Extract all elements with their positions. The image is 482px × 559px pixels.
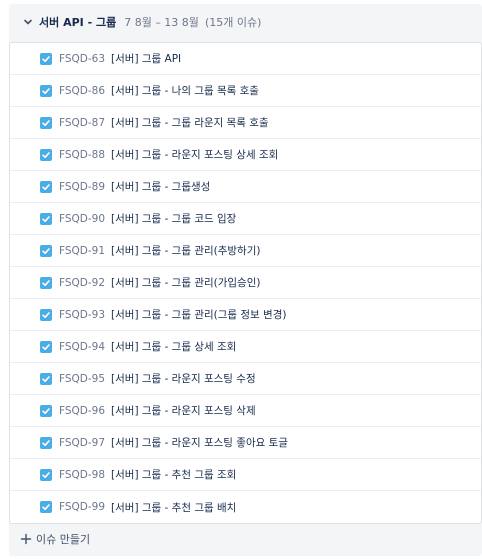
issue-key[interactable]: FSQD-98 — [59, 469, 105, 481]
issue-count: (15개 이슈) — [204, 16, 262, 29]
issue-row[interactable]: FSQD-87 [서버] 그룹 - 그룹 라운지 목록 호출 — [10, 107, 481, 139]
create-issue-button[interactable]: 이슈 만들기 — [9, 524, 482, 554]
issue-key[interactable]: FSQD-87 — [59, 117, 105, 129]
plus-icon — [20, 533, 32, 545]
issue-row[interactable]: FSQD-91 [서버] 그룹 - 그룹 관리(추방하기) — [10, 235, 481, 267]
issue-summary: [서버] 그룹 - 그룹 관리(그룹 정보 변경) — [111, 309, 287, 321]
issue-summary: [서버] 그룹 - 라운지 포스팅 수정 — [111, 373, 256, 385]
issue-summary: [서버] 그룹 - 라운지 포스팅 좋아요 토글 — [111, 437, 288, 449]
issue-summary: [서버] 그룹 - 그룹 라운지 목록 호출 — [111, 117, 269, 129]
issue-summary: [서버] 그룹 - 추천 그룹 조회 — [111, 469, 237, 481]
issue-summary: [서버] 그룹 - 그룹생성 — [111, 181, 211, 193]
issue-key[interactable]: FSQD-88 — [59, 149, 105, 161]
issue-row[interactable]: FSQD-88 [서버] 그룹 - 라운지 포스팅 상세 조회 — [10, 139, 481, 171]
issue-key[interactable]: FSQD-95 — [59, 373, 105, 385]
issue-key[interactable]: FSQD-97 — [59, 437, 105, 449]
checkbox-task-icon — [40, 340, 52, 353]
issue-key[interactable]: FSQD-91 — [59, 245, 105, 257]
issue-row[interactable]: FSQD-93 [서버] 그룹 - 그룹 관리(그룹 정보 변경) — [10, 299, 481, 331]
issue-key[interactable]: FSQD-92 — [59, 277, 105, 289]
sprint-dates: 7 8월 – 13 8월 — [124, 16, 199, 29]
sprint-header[interactable]: 서버 API - 그룹 7 8월 – 13 8월 (15개 이슈) — [9, 4, 482, 40]
checkbox-task-icon — [40, 436, 52, 449]
issue-summary: [서버] 그룹 - 라운지 포스팅 삭제 — [111, 405, 256, 417]
checkbox-task-icon — [40, 116, 52, 129]
checkbox-task-icon — [40, 372, 52, 385]
issue-row[interactable]: FSQD-96 [서버] 그룹 - 라운지 포스팅 삭제 — [10, 395, 481, 427]
issue-row[interactable]: FSQD-94 [서버] 그룹 - 그룹 상세 조회 — [10, 331, 481, 363]
issue-key[interactable]: FSQD-90 — [59, 213, 105, 225]
issue-row[interactable]: FSQD-97 [서버] 그룹 - 라운지 포스팅 좋아요 토글 — [10, 427, 481, 459]
issue-summary: [서버] 그룹 API — [111, 53, 182, 65]
issue-summary: [서버] 그룹 - 라운지 포스팅 상세 조회 — [111, 149, 279, 161]
issue-summary: [서버] 그룹 - 그룹 관리(가입승인) — [111, 277, 261, 289]
checkbox-task-icon — [40, 52, 52, 65]
issue-row[interactable]: FSQD-90 [서버] 그룹 - 그룹 코드 입장 — [10, 203, 481, 235]
issue-row[interactable]: FSQD-95 [서버] 그룹 - 라운지 포스팅 수정 — [10, 363, 481, 395]
issue-summary: [서버] 그룹 - 그룹 코드 입장 — [111, 213, 237, 225]
issue-row[interactable]: FSQD-99 [서버] 그룹 - 추천 그룹 배치 — [10, 491, 481, 523]
checkbox-task-icon — [40, 501, 52, 513]
checkbox-task-icon — [40, 212, 52, 225]
checkbox-task-icon — [40, 148, 52, 161]
issue-summary: [서버] 그룹 - 나의 그룹 목록 호출 — [111, 85, 259, 97]
issue-key[interactable]: FSQD-96 — [59, 405, 105, 417]
issue-list: FSQD-63 [서버] 그룹 API FSQD-86 [서버] 그룹 - 나의 그룹… — [9, 42, 482, 524]
issue-key[interactable]: FSQD-94 — [59, 341, 105, 353]
create-issue-label: 이슈 만들기 — [36, 533, 91, 546]
checkbox-task-icon — [40, 180, 52, 193]
issue-row[interactable]: FSQD-89 [서버] 그룹 - 그룹생성 — [10, 171, 481, 203]
checkbox-task-icon — [40, 244, 52, 257]
issue-key[interactable]: FSQD-93 — [59, 309, 105, 321]
issue-row[interactable]: FSQD-86 [서버] 그룹 - 나의 그룹 목록 호출 — [10, 75, 481, 107]
chevron-down-icon[interactable] — [23, 17, 33, 27]
checkbox-task-icon — [40, 84, 52, 97]
issue-key[interactable]: FSQD-63 — [59, 53, 105, 65]
issue-key[interactable]: FSQD-86 — [59, 85, 105, 97]
issue-row[interactable]: FSQD-63 [서버] 그룹 API — [10, 43, 481, 75]
checkbox-task-icon — [40, 404, 52, 417]
issue-row[interactable]: FSQD-98 [서버] 그룹 - 추천 그룹 조회 — [10, 459, 481, 491]
issue-summary: [서버] 그룹 - 그룹 관리(추방하기) — [111, 245, 261, 257]
checkbox-task-icon — [40, 468, 52, 481]
issue-summary: [서버] 그룹 - 그룹 상세 조회 — [111, 341, 237, 353]
checkbox-task-icon — [40, 308, 52, 321]
issue-key[interactable]: FSQD-89 — [59, 181, 105, 193]
issue-key[interactable]: FSQD-99 — [59, 501, 105, 513]
sprint-panel: 서버 API - 그룹 7 8월 – 13 8월 (15개 이슈) FSQD-6… — [9, 4, 482, 556]
issue-summary: [서버] 그룹 - 추천 그룹 배치 — [111, 501, 237, 514]
checkbox-task-icon — [40, 276, 52, 289]
sprint-title: 서버 API - 그룹 — [39, 16, 117, 29]
issue-row[interactable]: FSQD-92 [서버] 그룹 - 그룹 관리(가입승인) — [10, 267, 481, 299]
